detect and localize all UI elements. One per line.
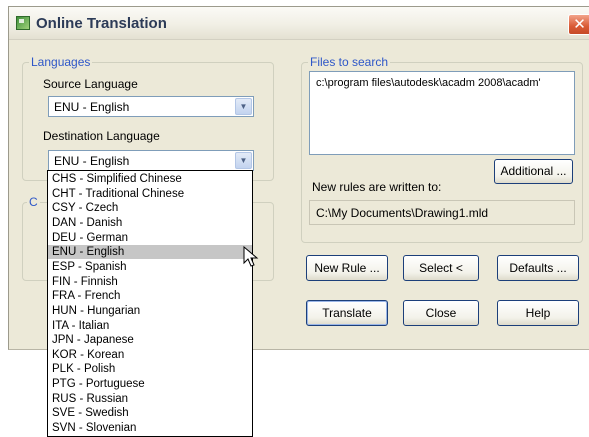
- file-list-item[interactable]: c:\program files\autodesk\acadm 2008\aca…: [316, 77, 541, 89]
- rules-path-value: C:\My Documents\Drawing1.mld: [316, 206, 489, 220]
- new-rule-button[interactable]: New Rule ...: [306, 255, 388, 281]
- files-to-search-label: Files to search: [310, 55, 389, 69]
- dropdown-option[interactable]: ITA - Italian: [48, 319, 252, 333]
- source-language-select[interactable]: ENU - English ▼: [48, 96, 254, 117]
- languages-group-label: Languages: [31, 55, 91, 69]
- window-title: Online Translation: [36, 15, 167, 32]
- dropdown-option[interactable]: CHS - Simplified Chinese: [48, 172, 252, 186]
- close-window-button[interactable]: ✕: [568, 14, 589, 35]
- destination-language-select[interactable]: ENU - English ▼: [48, 150, 254, 171]
- mouse-pointer-icon: [243, 246, 259, 267]
- dropdown-option[interactable]: DAN - Danish: [48, 216, 252, 230]
- source-language-label: Source Language: [43, 77, 138, 91]
- files-list[interactable]: c:\program files\autodesk\acadm 2008\aca…: [309, 71, 575, 155]
- select-button[interactable]: Select <: [403, 255, 479, 281]
- rules-written-label: New rules are written to:: [312, 180, 442, 194]
- close-button[interactable]: Close: [403, 300, 479, 326]
- translation-app-icon: [16, 16, 30, 30]
- destination-language-value: ENU - English: [54, 154, 130, 168]
- chevron-down-icon[interactable]: ▼: [235, 98, 252, 115]
- dropdown-option[interactable]: HUN - Hungarian: [48, 304, 252, 318]
- destination-language-dropdown[interactable]: CHS - Simplified Chinese CHT - Traditiona…: [47, 170, 253, 437]
- dropdown-option[interactable]: SVE - Swedish: [48, 406, 252, 420]
- help-button[interactable]: Help: [497, 300, 579, 326]
- chevron-down-icon[interactable]: ▼: [235, 152, 252, 169]
- dropdown-option[interactable]: PLK - Polish: [48, 362, 252, 376]
- options-group-label: C: [29, 195, 38, 209]
- translate-button[interactable]: Translate: [306, 300, 388, 326]
- source-language-value: ENU - English: [54, 100, 130, 114]
- dropdown-option[interactable]: SVN - Slovenian: [48, 421, 252, 435]
- dropdown-option[interactable]: RUS - Russian: [48, 392, 252, 406]
- dropdown-option[interactable]: PTG - Portuguese: [48, 377, 252, 391]
- dropdown-option[interactable]: DEU - German: [48, 231, 252, 245]
- dropdown-option[interactable]: JPN - Japanese: [48, 333, 252, 347]
- dropdown-option[interactable]: CHT - Traditional Chinese: [48, 187, 252, 201]
- additional-button[interactable]: Additional ...: [494, 159, 573, 184]
- dropdown-option[interactable]: KOR - Korean: [48, 348, 252, 362]
- dropdown-option[interactable]: FIN - Finnish: [48, 275, 252, 289]
- rules-path-field[interactable]: C:\My Documents\Drawing1.mld: [309, 200, 575, 225]
- title-bar[interactable]: Online Translation ✕: [9, 7, 589, 40]
- dropdown-option[interactable]: ENU - English: [48, 245, 252, 260]
- dropdown-option[interactable]: ESP - Spanish: [48, 260, 252, 274]
- dropdown-option[interactable]: CSY - Czech: [48, 201, 252, 215]
- defaults-button[interactable]: Defaults ...: [497, 255, 579, 281]
- destination-language-label: Destination Language: [43, 129, 160, 143]
- dropdown-option[interactable]: FRA - French: [48, 289, 252, 303]
